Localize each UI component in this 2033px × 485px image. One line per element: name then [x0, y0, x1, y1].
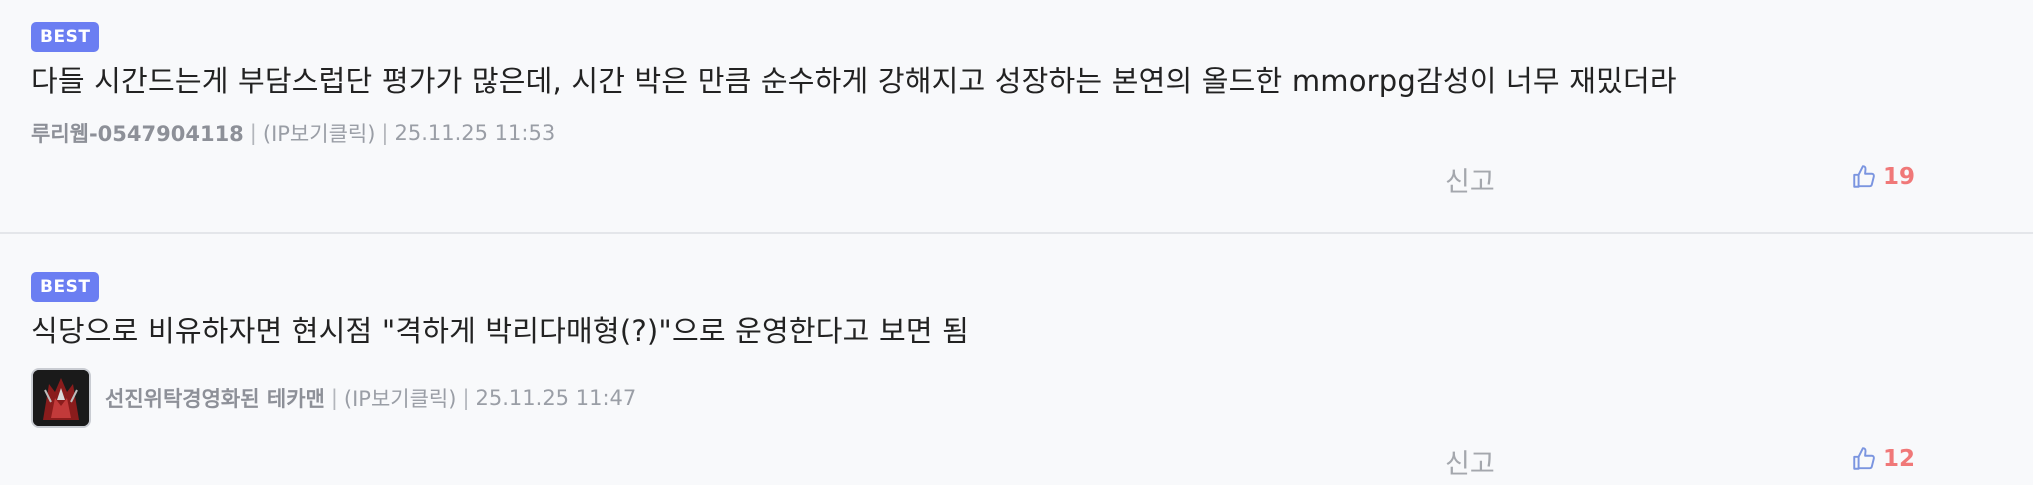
author-name[interactable]: 루리웹-0547904118: [31, 118, 244, 148]
ip-view-link[interactable]: (IP보기클릭): [263, 118, 376, 148]
avatar-image: [33, 370, 89, 426]
best-badge: BEST: [31, 272, 100, 302]
like-count: 19: [1883, 164, 1916, 190]
best-comment-list: BEST 다들 시간드는게 부담스럽단 평가가 많은데, 시간 박은 만큼 순수…: [0, 0, 2033, 485]
comment-text: 식당으로 비유하자면 현시점 "격하게 박리다매형(?)"으로 운영한다고 보면…: [31, 314, 970, 348]
thumbs-up-icon: [1853, 165, 1875, 188]
report-button[interactable]: 신고: [1445, 160, 1495, 199]
like-button[interactable]: 19: [1851, 164, 1915, 190]
like-count: 12: [1883, 446, 1916, 472]
author-name[interactable]: 선진위탁경영화된 테카맨: [105, 383, 325, 413]
comment-datetime: 25.11.25 11:53: [394, 121, 556, 145]
like-button[interactable]: 12: [1851, 446, 1915, 472]
meta-separator: |: [381, 121, 389, 145]
avatar[interactable]: [31, 368, 91, 428]
report-button[interactable]: 신고: [1445, 442, 1495, 481]
meta-separator: |: [249, 121, 257, 145]
comment-item: BEST 식당으로 비유하자면 현시점 "격하게 박리다매형(?)"으로 운영한…: [0, 234, 2033, 485]
comment-text: 다들 시간드는게 부담스럽단 평가가 많은데, 시간 박은 만큼 순수하게 강해…: [31, 64, 1677, 98]
meta-separator: |: [462, 386, 470, 410]
ip-view-link[interactable]: (IP보기클릭): [344, 383, 457, 413]
comment-meta: 선진위탁경영화된 테카맨 | (IP보기클릭) | 25.11.25 11:47: [31, 368, 636, 428]
thumbs-up-icon: [1853, 447, 1875, 470]
best-badge: BEST: [31, 22, 100, 52]
meta-separator: |: [330, 386, 338, 410]
comment-datetime: 25.11.25 11:47: [475, 386, 637, 410]
comment-item: BEST 다들 시간드는게 부담스럽단 평가가 많은데, 시간 박은 만큼 순수…: [0, 0, 2033, 234]
comment-meta: 루리웹-0547904118 | (IP보기클릭) | 25.11.25 11:…: [31, 118, 555, 148]
